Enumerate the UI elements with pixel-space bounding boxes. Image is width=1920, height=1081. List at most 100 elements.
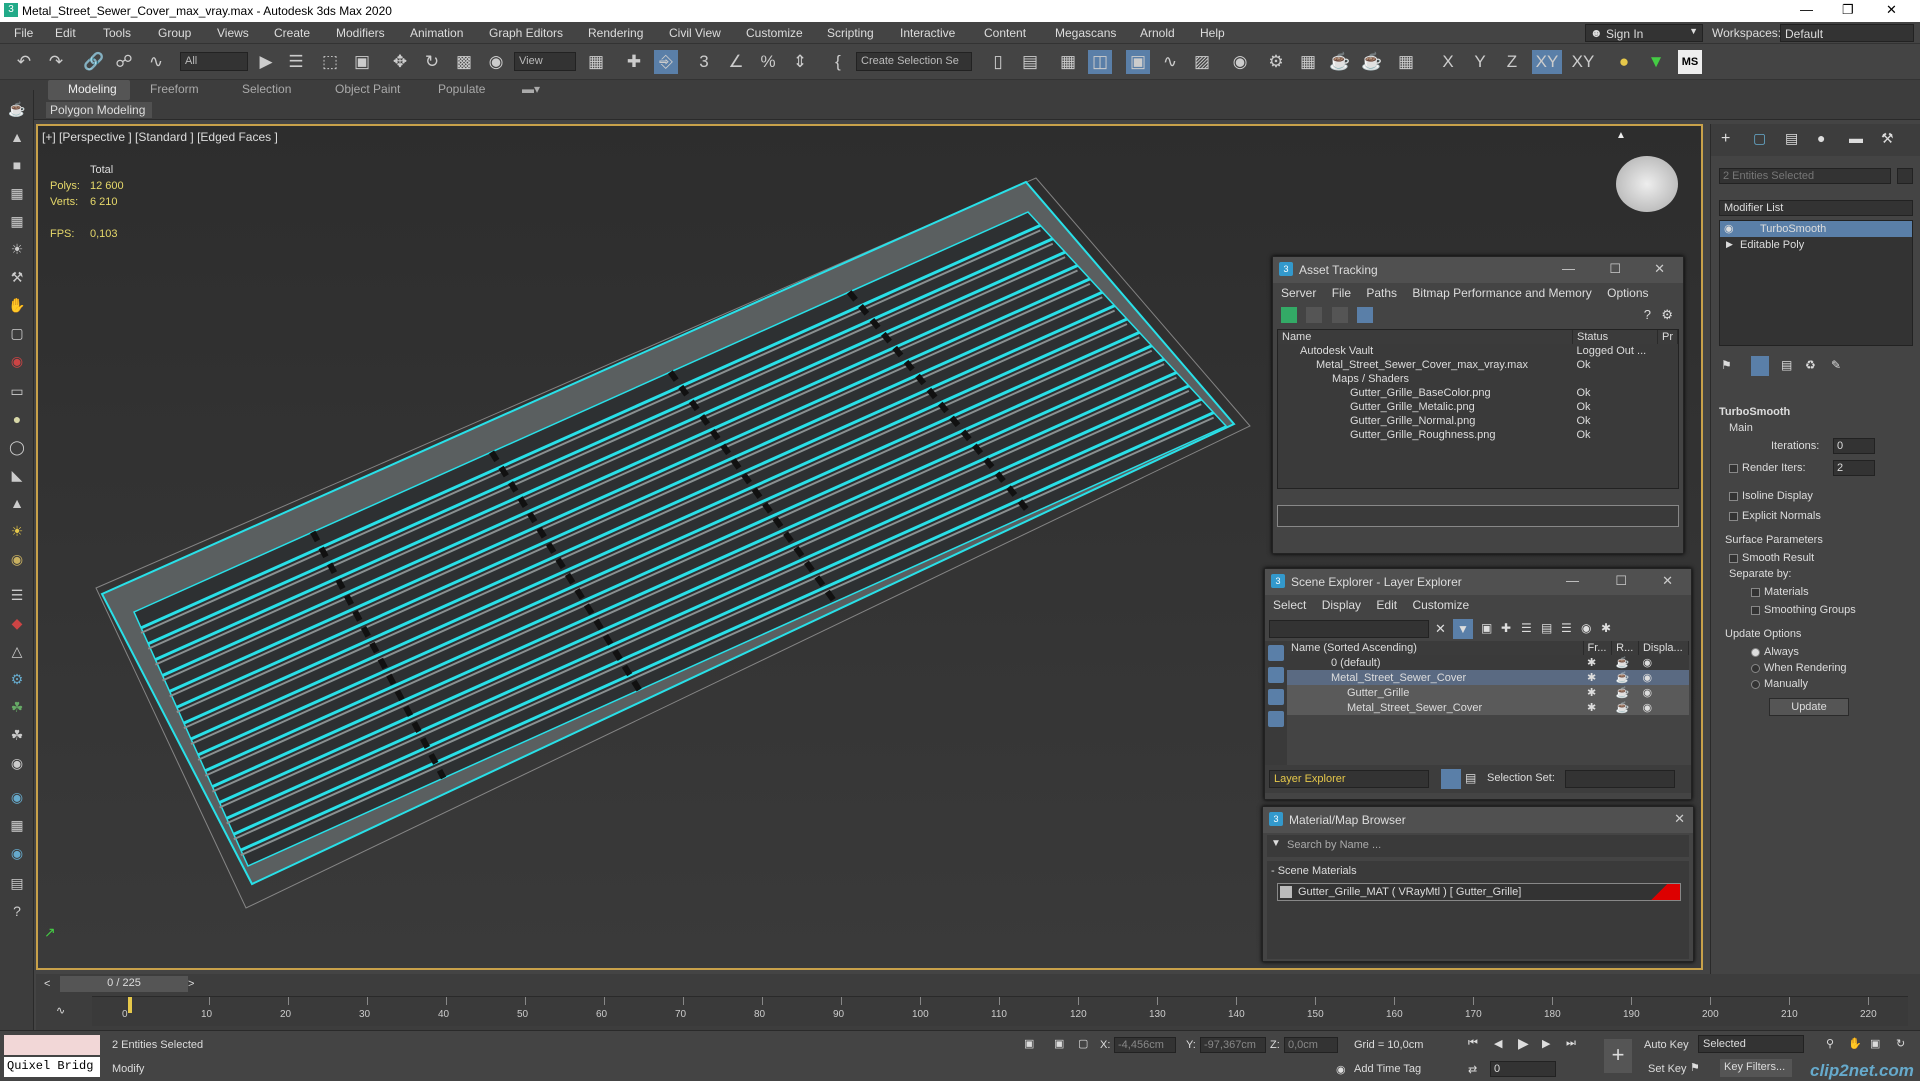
next-frame-icon[interactable]: ▶: [1542, 1037, 1550, 1050]
eye-icon[interactable]: ◉: [1724, 222, 1734, 235]
col-name[interactable]: Name: [1278, 330, 1573, 344]
display-icon[interactable]: ◉: [1638, 700, 1688, 715]
z-coordinate[interactable]: 0,0cm: [1284, 1037, 1338, 1053]
pan-icon[interactable]: ✋: [1848, 1037, 1862, 1050]
pin-stack-icon[interactable]: ⚑: [1721, 358, 1732, 372]
display-icon[interactable]: ◉: [1638, 685, 1688, 700]
perspective-viewport[interactable]: [+] [Perspective ] [Standard ] [Edged Fa…: [36, 124, 1703, 970]
render-icon[interactable]: ☕: [1612, 700, 1639, 715]
auto-key-button[interactable]: Auto Key: [1644, 1039, 1689, 1051]
utilities-tab-icon[interactable]: ⚒: [1881, 130, 1894, 147]
menu-tools[interactable]: Tools: [103, 26, 131, 40]
always-row[interactable]: Always: [1751, 646, 1799, 658]
render-frame-icon[interactable]: ◉: [6, 350, 28, 372]
explicit-row[interactable]: Explicit Normals: [1729, 510, 1821, 522]
axis-xy-cycle-button[interactable]: XY: [1568, 50, 1598, 74]
undo-icon[interactable]: ↶: [12, 50, 36, 74]
create-teapot-icon[interactable]: ☕: [6, 98, 28, 120]
snaps-toggle-icon[interactable]: 3: [692, 50, 716, 74]
orbit-icon[interactable]: ↻: [1896, 1037, 1905, 1050]
close-icon[interactable]: ✕: [1662, 573, 1673, 589]
smoothing-groups-row[interactable]: Smoothing Groups: [1751, 604, 1856, 616]
menu-views[interactable]: Views: [217, 26, 249, 40]
freeze-icon[interactable]: ✱: [1583, 685, 1612, 700]
clear-icon[interactable]: ✕: [1435, 621, 1446, 637]
file-icon[interactable]: ▤: [6, 872, 28, 894]
refresh-icon[interactable]: [1281, 307, 1297, 323]
menu-animation[interactable]: Animation: [410, 26, 463, 40]
col-status[interactable]: Status: [1572, 330, 1659, 344]
table-row[interactable]: Gutter_Grille_Normal.png Ok: [1278, 414, 1678, 428]
asset-path-field[interactable]: [1277, 505, 1679, 527]
home-icon[interactable]: ▲: [1616, 130, 1626, 141]
tab-selection[interactable]: Selection: [242, 82, 291, 96]
isolate-icon[interactable]: ▣: [1024, 1037, 1034, 1050]
configure-sets-icon[interactable]: ✎: [1831, 358, 1841, 372]
x-coordinate[interactable]: -4,456cm: [1114, 1037, 1176, 1053]
smoothing-groups-checkbox[interactable]: [1751, 605, 1760, 615]
set-key-button[interactable]: +: [1604, 1039, 1632, 1073]
render-icon[interactable]: ☕: [1612, 670, 1639, 685]
list-item[interactable]: Metal_Street_Sewer_Cover ✱ ☕ ◉: [1287, 700, 1689, 715]
tab-populate[interactable]: Populate: [438, 82, 485, 96]
menu-display[interactable]: Display: [1322, 598, 1361, 612]
absolute-mode-icon[interactable]: ▢: [1078, 1037, 1088, 1050]
menu-help[interactable]: Help: [1200, 26, 1225, 40]
table-row[interactable]: Maps / Shaders: [1278, 372, 1678, 386]
hair-icon[interactable]: ☘: [6, 724, 28, 746]
create-box-icon[interactable]: ■: [6, 154, 28, 176]
close-icon[interactable]: ✕: [1674, 811, 1685, 827]
current-frame-field[interactable]: 0: [1490, 1061, 1556, 1077]
material-search-input[interactable]: Search by Name ...: [1287, 839, 1381, 851]
render-production-icon[interactable]: ☕: [1328, 50, 1352, 74]
align-icon[interactable]: ▤: [1018, 50, 1042, 74]
globe-icon[interactable]: ◉: [6, 786, 28, 808]
ribbon-toggle-icon[interactable]: ▣: [1126, 50, 1150, 74]
go-to-end-icon[interactable]: ⏭: [1566, 1037, 1576, 1050]
update-button[interactable]: Update: [1769, 698, 1849, 716]
table-row[interactable]: Metal_Street_Sewer_Cover_max_vray.max Ok: [1278, 358, 1678, 372]
reference-coord-dropdown[interactable]: View: [514, 52, 576, 71]
remove-modifier-icon[interactable]: ♻: [1805, 358, 1816, 372]
make-unique-icon[interactable]: ▤: [1781, 358, 1792, 372]
viewport-label[interactable]: [+] [Perspective ] [Standard ] [Edged Fa…: [42, 130, 278, 144]
menu-interactive[interactable]: Interactive: [900, 26, 955, 40]
isoline-row[interactable]: Isoline Display: [1729, 490, 1813, 502]
menu-options[interactable]: Options: [1607, 286, 1648, 300]
material-browser-titlebar[interactable]: 3 Material/Map Browser ✕: [1263, 807, 1693, 833]
menu-create[interactable]: Create: [274, 26, 310, 40]
placement-icon[interactable]: ◉: [484, 50, 508, 74]
new-layer-icon[interactable]: ✚: [1501, 621, 1511, 635]
tab-object-paint[interactable]: Object Paint: [335, 82, 400, 96]
smooth-result-checkbox[interactable]: [1729, 553, 1738, 563]
angle-snap-icon[interactable]: ∠: [724, 50, 748, 74]
shapes-icon[interactable]: △: [6, 640, 28, 662]
time-tag-icon[interactable]: ◉: [1336, 1063, 1346, 1076]
menu-bitmap-performance[interactable]: Bitmap Performance and Memory: [1412, 286, 1591, 300]
cameras-tab-icon[interactable]: [1268, 711, 1284, 727]
help-icon[interactable]: ?: [1644, 307, 1651, 322]
grid-icon[interactable]: ▦: [6, 210, 28, 232]
always-radio[interactable]: [1751, 647, 1760, 657]
help-icon[interactable]: ?: [6, 900, 28, 922]
key-mode-icon[interactable]: ⇄: [1468, 1063, 1477, 1076]
hierarchy-icon[interactable]: ▤: [1541, 621, 1552, 635]
minimize-icon[interactable]: —: [1800, 2, 1813, 17]
explorer-type-dropdown[interactable]: Layer Explorer: [1269, 770, 1429, 788]
menu-megascans[interactable]: Megascans: [1055, 26, 1116, 40]
render-iters-checkbox[interactable]: [1729, 463, 1738, 473]
list-item[interactable]: 0 (default) ✱ ☕ ◉: [1287, 655, 1689, 670]
redo-icon[interactable]: ↷: [44, 50, 68, 74]
materials-checkbox[interactable]: [1751, 587, 1760, 597]
sync-icon[interactable]: ✱: [1601, 621, 1611, 635]
list-item[interactable]: Metal_Street_Sewer_Cover ✱ ☕ ◉: [1287, 670, 1689, 685]
pivot-icon[interactable]: ▦: [584, 50, 608, 74]
freeze-icon[interactable]: ✱: [1583, 670, 1612, 685]
table-view-icon[interactable]: [1357, 307, 1374, 323]
when-rendering-radio[interactable]: [1751, 663, 1760, 673]
objects-tab-icon[interactable]: [1268, 667, 1284, 683]
cone-icon[interactable]: ▲: [6, 492, 28, 514]
unlink-icon[interactable]: ☍: [112, 50, 136, 74]
menu-group[interactable]: Group: [158, 26, 191, 40]
polygon-modeling-panel[interactable]: Polygon Modeling: [46, 102, 152, 118]
